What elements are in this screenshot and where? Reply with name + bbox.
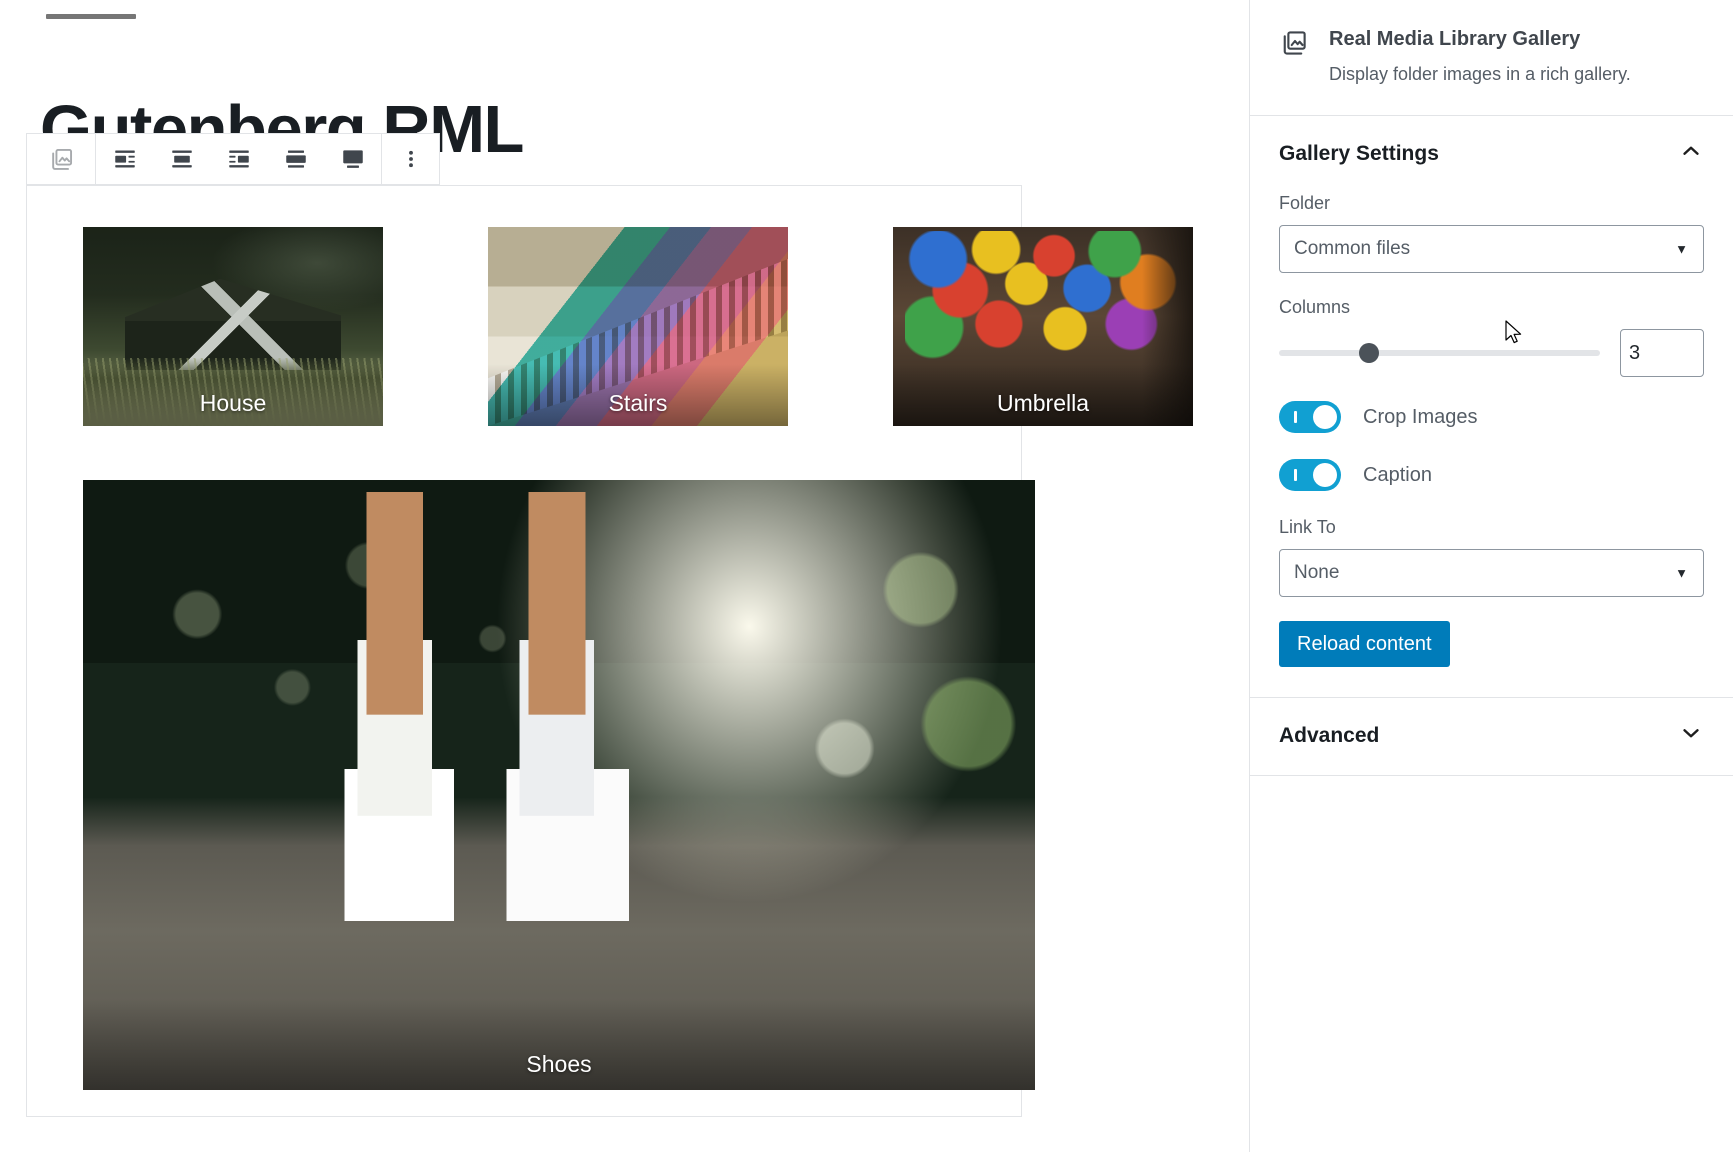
block-card-text: Real Media Library Gallery Display folde… <box>1329 26 1704 87</box>
columns-number-input[interactable] <box>1620 329 1704 378</box>
block-toolbar <box>26 133 440 185</box>
gallery-image-house <box>83 227 383 426</box>
align-full-icon <box>340 146 366 172</box>
folder-select-value: Common files <box>1294 238 1411 260</box>
align-wide-icon <box>283 146 309 172</box>
columns-slider-thumb[interactable] <box>1358 343 1379 364</box>
block-card: Real Media Library Gallery Display folde… <box>1250 0 1733 117</box>
field-folder: Folder Common files ▼ <box>1279 193 1704 274</box>
caption-row: Caption <box>1279 459 1704 492</box>
gallery-image-stairs <box>488 227 788 426</box>
align-wide-button[interactable] <box>267 134 324 184</box>
toggle-on-bar-icon <box>1294 411 1297 424</box>
toggle-knob <box>1313 405 1337 430</box>
align-center-icon <box>169 146 195 172</box>
folder-select-wrap: Common files ▼ <box>1279 225 1704 274</box>
crop-images-row: Crop Images <box>1279 401 1704 434</box>
folder-label: Folder <box>1279 193 1331 214</box>
post-drag-handle <box>46 14 136 19</box>
link-to-select-wrap: None ▼ <box>1279 549 1704 598</box>
toolbar-group-alignment <box>96 134 382 184</box>
caption-label: Caption <box>1363 463 1432 486</box>
gutenberg-editor-screen: Gutenberg RML House Stairs Umbrella Shoe… <box>0 0 1733 1152</box>
block-card-description: Display folder images in a rich gallery. <box>1329 64 1631 84</box>
panel-advanced-header[interactable]: Advanced <box>1250 698 1733 775</box>
panel-gallery-settings-header[interactable]: Gallery Settings <box>1250 116 1733 193</box>
align-left-button[interactable] <box>96 134 153 184</box>
gallery-item[interactable]: Stairs <box>488 227 788 426</box>
align-full-button[interactable] <box>324 134 381 184</box>
align-right-button[interactable] <box>210 134 267 184</box>
panel-gallery-settings-title: Gallery Settings <box>1279 141 1439 165</box>
panel-advanced-title: Advanced <box>1279 723 1380 747</box>
chevron-down-icon <box>1678 720 1704 751</box>
align-left-icon <box>112 146 138 172</box>
align-right-icon <box>226 146 252 172</box>
reload-content-button[interactable]: Reload content <box>1279 621 1450 668</box>
toolbar-group-more <box>382 134 439 184</box>
field-columns: Columns <box>1279 297 1704 378</box>
toggle-knob <box>1313 463 1337 488</box>
block-settings-sidebar: Real Media Library Gallery Display folde… <box>1249 0 1733 1152</box>
gallery-row: House Stairs Umbrella <box>43 211 1193 442</box>
crop-images-label: Crop Images <box>1363 405 1478 428</box>
crop-images-toggle[interactable] <box>1279 401 1341 434</box>
panel-advanced: Advanced <box>1250 698 1733 777</box>
gallery-item[interactable]: House <box>83 227 383 426</box>
link-to-label: Link To <box>1279 517 1336 538</box>
gallery-image-shoes <box>83 480 1035 1090</box>
field-link-to: Link To None ▼ <box>1279 517 1704 598</box>
folder-select[interactable]: Common files <box>1279 225 1704 274</box>
gallery-row: Shoes <box>43 464 1035 1106</box>
chevron-up-icon <box>1678 138 1704 169</box>
editor-canvas: Gutenberg RML House Stairs Umbrella Shoe… <box>0 0 1248 1152</box>
link-to-select[interactable]: None <box>1279 549 1704 598</box>
gallery-image-umbrella <box>893 227 1193 426</box>
panel-gallery-settings-body: Folder Common files ▼ Columns 3 Crop Ima… <box>1250 193 1733 697</box>
block-type-gallery-button[interactable] <box>27 134 95 184</box>
gallery-item[interactable]: Umbrella <box>893 227 1193 426</box>
toolbar-group-block-type <box>27 134 96 184</box>
gallery-icon <box>1279 31 1309 62</box>
gallery-grid: House Stairs Umbrella Shoes <box>43 211 1193 1128</box>
align-center-button[interactable] <box>153 134 210 184</box>
more-options-button[interactable] <box>382 134 439 184</box>
gallery-block[interactable]: House Stairs Umbrella Shoes <box>26 185 1193 1117</box>
toggle-on-bar-icon <box>1294 469 1297 482</box>
link-to-select-value: None <box>1294 562 1340 584</box>
panel-gallery-settings: Gallery Settings Folder Common files ▼ C… <box>1250 116 1733 699</box>
gallery-item[interactable]: Shoes <box>83 480 1035 1090</box>
gallery-icon <box>48 146 75 173</box>
block-card-icon <box>1279 26 1309 87</box>
ellipsis-vertical-icon <box>400 146 422 172</box>
columns-label: Columns <box>1279 297 1351 318</box>
block-card-title: Real Media Library Gallery <box>1329 28 1581 50</box>
columns-control <box>1279 329 1704 378</box>
caption-toggle[interactable] <box>1279 459 1341 492</box>
columns-slider[interactable] <box>1279 343 1600 364</box>
